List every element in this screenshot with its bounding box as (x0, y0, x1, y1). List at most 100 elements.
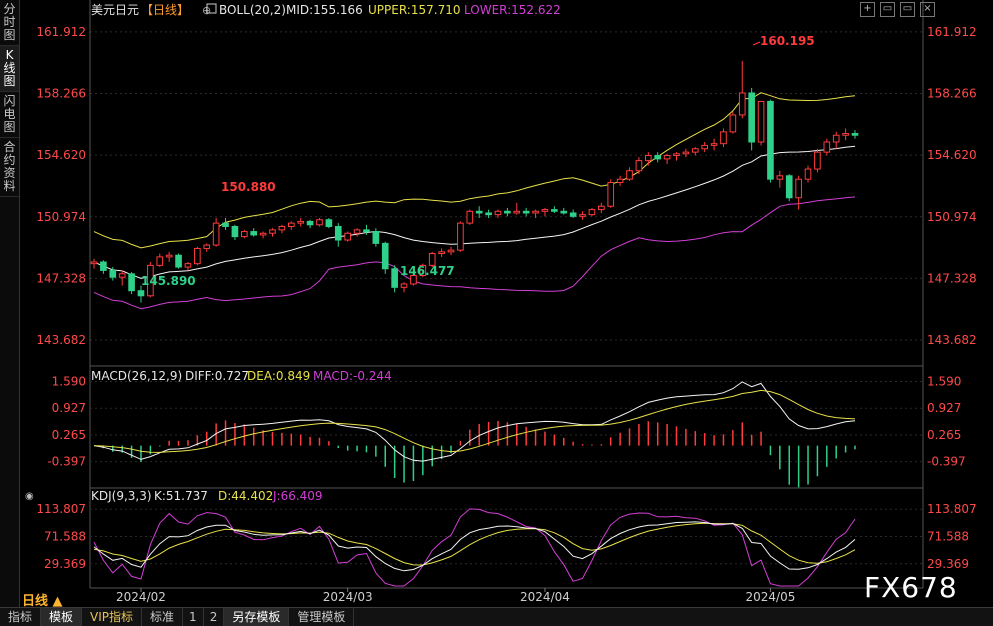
tab-vip-indicators[interactable]: VIP指标 (82, 608, 143, 626)
restore-icon[interactable]: ▭ (880, 2, 895, 17)
tab-save-template[interactable]: 另存模板 (224, 608, 290, 626)
macd-diff: DIFF:0.727 (185, 369, 249, 383)
candle-up (710, 143, 718, 146)
march-low-annotation: 146.477 (400, 264, 455, 278)
tab-1[interactable]: 1 (183, 608, 204, 626)
tab-indicators[interactable]: 指标 (0, 608, 42, 626)
candle-up (194, 247, 201, 265)
macd-value: MACD:-0.244 (313, 369, 392, 383)
price-tick-label-left: 150.974 (36, 210, 86, 224)
kline-chart[interactable]: 美元日元 【日线】 ⊕ BOLL(20,2) MID:155.166 UPPER… (20, 0, 993, 607)
macd-tick-label-right: 0.927 (927, 401, 961, 415)
kdj-tick-label-right: 71.588 (927, 530, 969, 544)
instrument-name: 美元日元 (91, 3, 139, 17)
tab-time-chart[interactable]: 分时图 (0, 0, 19, 46)
grid-lines (89, 0, 924, 588)
price-tick-label-left: 154.620 (36, 148, 86, 162)
candle-up (457, 222, 464, 251)
kdj-tick-label-right: 29.369 (927, 557, 969, 571)
macd-lines (93, 381, 856, 462)
candle-down (785, 175, 793, 199)
candle-up (316, 219, 323, 226)
candle-up (738, 92, 746, 116)
candle-up (729, 114, 737, 133)
candle-down (109, 269, 117, 278)
candle-up (278, 225, 286, 231)
date-tick-label: 2024/03 (323, 590, 373, 604)
tab-template[interactable]: 模板 (41, 608, 83, 626)
kdj-k: K:51.737 (154, 489, 208, 503)
tab-kline-chart[interactable]: K线图 (0, 46, 19, 92)
candle-up (673, 153, 680, 157)
candle-down (522, 210, 530, 214)
kdj-settings-icon[interactable]: ◉ (25, 491, 34, 502)
tab-2[interactable]: 2 (204, 608, 225, 626)
candle-up (832, 134, 840, 143)
candle-down (504, 210, 511, 214)
price-tick-label-right: 143.682 (927, 333, 977, 347)
candle-up (607, 182, 615, 207)
boll-lower: LOWER:152.622 (464, 3, 561, 17)
kdj-d-line (93, 522, 856, 566)
macd-label: MACD(26,12,9) (91, 369, 182, 383)
candle-down (100, 261, 107, 271)
price-tick-label-left: 158.266 (36, 87, 86, 101)
price-tick-label-right: 147.328 (927, 271, 977, 285)
candle-down (128, 273, 135, 292)
kdj-label: KDJ(9,3,3) (91, 489, 152, 503)
candle-down (372, 231, 380, 244)
tab-contract-info[interactable]: 合约资料 (0, 138, 19, 197)
candle-up (353, 229, 361, 234)
price-tick-label-right: 150.974 (927, 210, 977, 224)
macd-tick-label-left: 1.590 (52, 374, 86, 388)
date-axis: 2024/02 2024/03 2024/04 2024/05 (116, 588, 795, 604)
candle-up (297, 220, 305, 224)
candle-down (748, 92, 755, 143)
kdj-tick-label-left: 113.807 (36, 502, 86, 516)
candle-down (475, 210, 483, 214)
candle-up (757, 100, 765, 143)
boll-lines (93, 92, 856, 310)
add-icon[interactable]: + (860, 2, 875, 17)
candle-up (259, 232, 267, 236)
boll-upper: UPPER:157.710 (368, 3, 460, 17)
kdj-lines (93, 508, 856, 587)
candle-up (344, 232, 351, 241)
candle-up (701, 144, 708, 150)
price-axis: 161.912 161.912 158.266 158.266 154.620 154.6… (36, 25, 976, 347)
date-tick-label: 2024/05 (746, 590, 796, 604)
date-tick-label: 2024/04 (520, 590, 570, 604)
candle-up (541, 209, 549, 212)
macd-tick-label-left: -0.397 (47, 455, 86, 469)
candle-down (175, 254, 182, 268)
maximize-icon[interactable]: ▭ (900, 2, 915, 17)
candle-up (635, 160, 643, 172)
candle-down (222, 222, 229, 227)
close-icon[interactable]: × (920, 2, 935, 17)
tab-flash-chart[interactable]: 闪电图 (0, 92, 19, 138)
candle-up (663, 155, 671, 160)
candle-up (184, 263, 192, 268)
candle-down (306, 220, 314, 226)
macd-tick-label-left: 0.265 (52, 428, 86, 442)
high-annotation: 160.195 (760, 34, 815, 48)
price-tick-label-right: 154.620 (927, 148, 977, 162)
tab-standard[interactable]: 标准 (142, 608, 184, 626)
candle-down (363, 229, 370, 233)
tab-manage-template[interactable]: 管理模板 (289, 608, 355, 626)
candle-down (334, 225, 342, 241)
sidebar: 分时图 K线图 闪电图 合约资料 (0, 0, 20, 607)
candle-up (203, 244, 211, 249)
candle-up (682, 151, 690, 155)
candle-down (231, 225, 239, 238)
candle-up (287, 222, 295, 227)
candle-up (532, 210, 539, 214)
macd-dea: DEA:0.849 (247, 369, 310, 383)
price-tick-label-right: 161.912 (927, 25, 977, 39)
macd-histogram (102, 420, 856, 488)
candle-up (616, 178, 624, 184)
candle-up (579, 214, 586, 217)
macd-dea-line (93, 389, 856, 453)
candle-up (438, 251, 445, 255)
candle-down (560, 210, 568, 214)
